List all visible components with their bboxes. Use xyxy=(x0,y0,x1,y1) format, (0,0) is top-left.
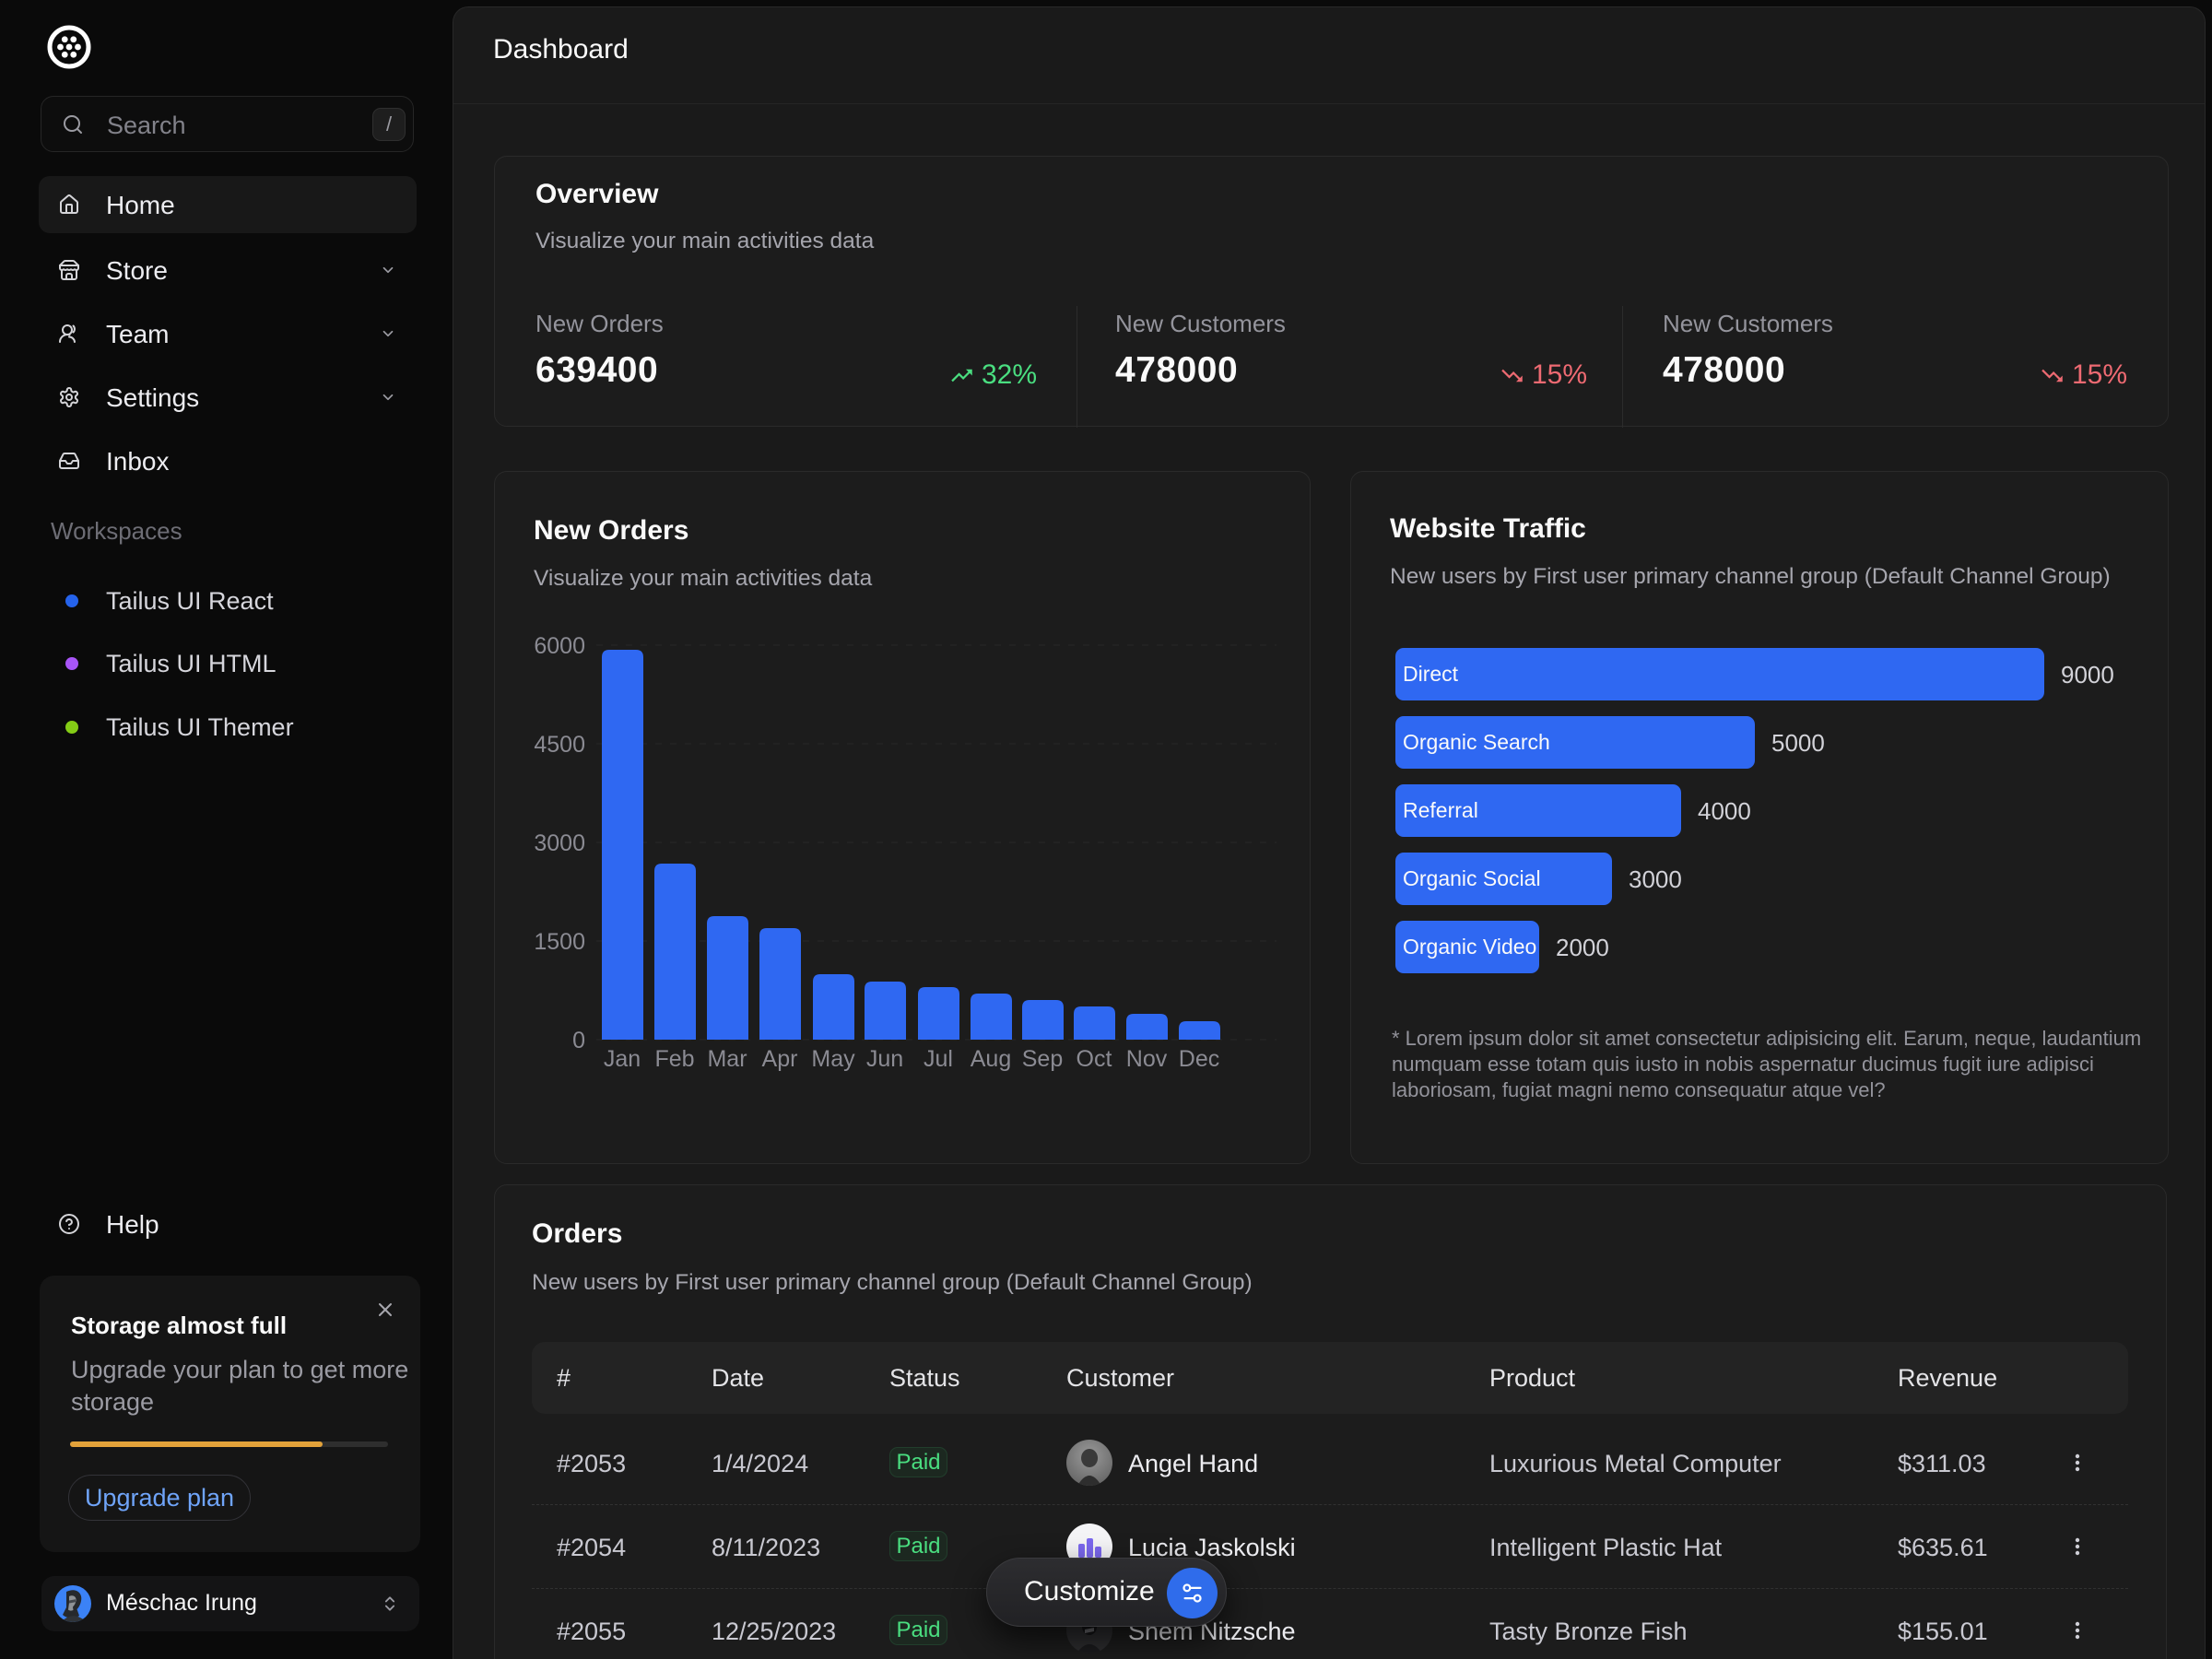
svg-text:Dec: Dec xyxy=(1179,1046,1219,1072)
svg-text:Referral: Referral xyxy=(1403,798,1478,822)
svg-text:3000: 3000 xyxy=(534,830,585,856)
svg-text:Nov: Nov xyxy=(1126,1046,1168,1072)
svg-text:Apr: Apr xyxy=(762,1046,798,1072)
svg-text:Mar: Mar xyxy=(707,1046,747,1072)
svg-text:5000: 5000 xyxy=(1771,729,1825,757)
svg-text:Jul: Jul xyxy=(924,1046,953,1072)
svg-text:Sep: Sep xyxy=(1022,1046,1063,1072)
svg-text:Jun: Jun xyxy=(866,1046,903,1072)
svg-text:3000: 3000 xyxy=(1629,865,1682,893)
svg-text:Direct: Direct xyxy=(1403,662,1459,686)
svg-text:Organic Video: Organic Video xyxy=(1403,935,1536,959)
svg-text:2000: 2000 xyxy=(1556,934,1609,961)
svg-text:0: 0 xyxy=(572,1028,585,1053)
svg-text:6000: 6000 xyxy=(534,633,585,659)
svg-text:Feb: Feb xyxy=(654,1046,694,1072)
svg-text:1500: 1500 xyxy=(534,929,585,955)
svg-text:Aug: Aug xyxy=(971,1046,1011,1072)
svg-text:9000: 9000 xyxy=(2061,661,2114,688)
svg-text:May: May xyxy=(811,1046,855,1072)
svg-text:4500: 4500 xyxy=(534,732,585,758)
svg-text:4000: 4000 xyxy=(1698,797,1751,825)
svg-text:Oct: Oct xyxy=(1077,1046,1112,1072)
svg-text:Organic Social: Organic Social xyxy=(1403,866,1541,890)
svg-text:Jan: Jan xyxy=(604,1046,641,1072)
svg-text:Organic Search: Organic Search xyxy=(1403,730,1550,754)
